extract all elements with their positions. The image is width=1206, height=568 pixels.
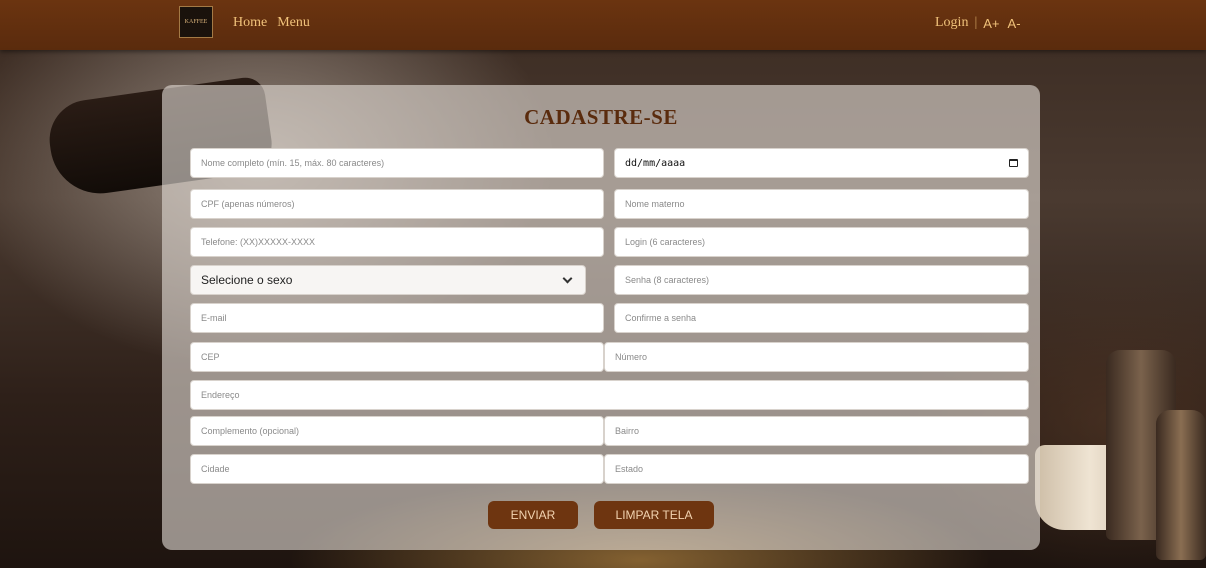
- complement-input[interactable]: Complemento (opcional): [190, 416, 604, 446]
- cpf-input[interactable]: CPF (apenas números): [190, 189, 604, 219]
- address-input[interactable]: Endereço: [190, 380, 1029, 410]
- full-name-input[interactable]: Nome completo (mín. 15, máx. 80 caracter…: [190, 148, 604, 178]
- navbar: KAFFEE Home Menu Login | A+ A-: [0, 0, 1206, 50]
- password-input[interactable]: Senha (8 caracteres): [614, 265, 1029, 295]
- chevron-down-icon: [562, 273, 573, 283]
- background-jar-small: [1156, 410, 1206, 560]
- birth-date-value: dd/mm/aaaa: [625, 157, 686, 169]
- nav-account: Login | A+ A-: [935, 15, 1029, 31]
- confirm-password-input[interactable]: Confirme a senha: [614, 303, 1029, 333]
- nav-separator: |: [974, 15, 978, 30]
- birth-date-input[interactable]: dd/mm/aaaa: [614, 148, 1029, 178]
- font-decrease-button[interactable]: A-: [1008, 16, 1021, 31]
- nav-links: Home Menu: [233, 15, 310, 31]
- registration-panel: CADASTRE-SE Nome completo (mín. 15, máx.…: [162, 85, 1040, 550]
- sex-select[interactable]: Selecione o sexo: [190, 265, 586, 295]
- phone-input[interactable]: Telefone: (XX)XXXXX-XXXX: [190, 227, 604, 257]
- calendar-icon[interactable]: [1009, 159, 1018, 167]
- logo-text: KAFFEE: [184, 18, 208, 25]
- logo[interactable]: KAFFEE: [179, 6, 213, 38]
- clear-button[interactable]: LIMPAR TELA: [594, 501, 714, 529]
- nav-link-menu[interactable]: Menu: [277, 15, 310, 31]
- login-link[interactable]: Login: [935, 15, 968, 31]
- neighborhood-input[interactable]: Bairro: [604, 416, 1029, 446]
- page-title: CADASTRE-SE: [524, 105, 678, 129]
- login-input[interactable]: Login (6 caracteres): [614, 227, 1029, 257]
- number-input[interactable]: Número: [604, 342, 1029, 372]
- sex-select-value: Selecione o sexo: [201, 273, 293, 287]
- submit-button[interactable]: ENVIAR: [488, 501, 578, 529]
- city-input[interactable]: Cidade: [190, 454, 604, 484]
- nav-link-home[interactable]: Home: [233, 15, 267, 31]
- font-increase-button[interactable]: A+: [983, 16, 999, 31]
- mother-name-input[interactable]: Nome materno: [614, 189, 1029, 219]
- email-input[interactable]: E-mail: [190, 303, 604, 333]
- state-input[interactable]: Estado: [604, 454, 1029, 484]
- cep-input[interactable]: CEP: [190, 342, 604, 372]
